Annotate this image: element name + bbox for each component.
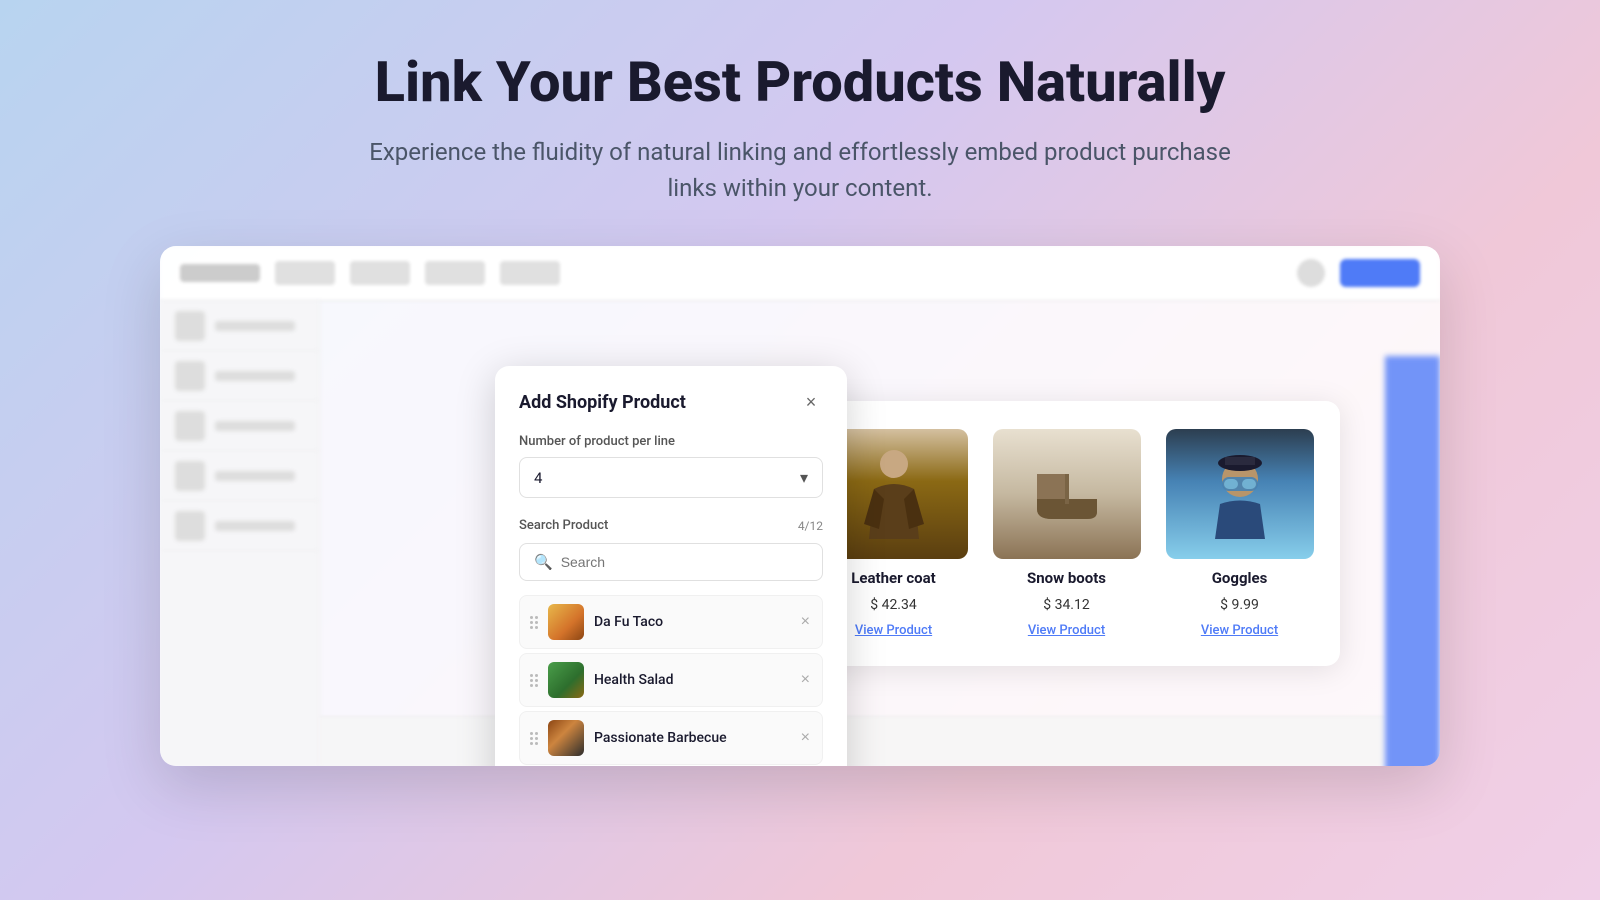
right-action-bar: [1385, 356, 1440, 766]
remove-product-button[interactable]: ×: [799, 729, 812, 747]
add-shopify-dialog: Add Shopify Product × Number of product …: [495, 366, 847, 766]
search-product-header: Search Product 4/12: [519, 518, 823, 533]
top-bar: [160, 246, 1440, 301]
avatar-placeholder: [1297, 259, 1325, 287]
hero-subtitle: Experience the fluidity of natural linki…: [350, 134, 1250, 206]
product-count-badge: 4/12: [798, 519, 823, 533]
drag-handle-icon[interactable]: [530, 732, 538, 745]
product-image-boots: [993, 429, 1141, 559]
bottom-toolbar: [320, 716, 1385, 766]
product-list-item: Da Fu Taco ×: [519, 595, 823, 649]
logo-placeholder: [180, 264, 260, 282]
drag-handle-icon[interactable]: [530, 616, 538, 629]
left-sidebar: [160, 301, 320, 766]
product-name: Passionate Barbecue: [594, 730, 789, 746]
product-list-item: Health Salad ×: [519, 653, 823, 707]
remove-product-button[interactable]: ×: [799, 671, 812, 689]
product-price-boots: $ 34.12: [1043, 597, 1090, 613]
drag-handle-icon[interactable]: [530, 674, 538, 687]
sidebar-item-3: [160, 401, 319, 451]
goggles-image-placeholder: [1166, 429, 1314, 559]
product-thumbnail: [548, 720, 584, 756]
search-product-label: Search Product: [519, 518, 608, 533]
boots-image-placeholder: [993, 429, 1141, 559]
product-name-leather: Leather coat: [851, 569, 935, 587]
product-name: Da Fu Taco: [594, 614, 789, 630]
leather-person-svg: [859, 444, 929, 544]
product-name: Health Salad: [594, 672, 789, 688]
select-current-value: 4: [534, 469, 542, 487]
hero-title: Link Your Best Products Naturally: [20, 50, 1580, 114]
nav-btn-2: [350, 261, 410, 285]
product-name-boots: Snow boots: [1027, 569, 1106, 587]
search-icon: 🔍: [534, 553, 553, 571]
products-per-line-select[interactable]: 4 ▾: [519, 457, 823, 498]
search-input-wrapper[interactable]: 🔍: [519, 543, 823, 581]
sidebar-item-5: [160, 501, 319, 551]
product-image-goggles: [1166, 429, 1314, 559]
sidebar-item-1: [160, 301, 319, 351]
product-price-goggles: $ 9.99: [1220, 597, 1259, 613]
remove-product-button[interactable]: ×: [799, 613, 812, 631]
product-search-input[interactable]: [561, 554, 808, 570]
product-name-goggles: Goggles: [1212, 569, 1268, 587]
chevron-down-icon: ▾: [800, 468, 808, 487]
nav-btn-1: [275, 261, 335, 285]
view-product-link-goggles[interactable]: View Product: [1201, 623, 1278, 638]
view-product-link-leather[interactable]: View Product: [855, 623, 932, 638]
product-list: Da Fu Taco × Health Salad ×: [519, 595, 823, 766]
ui-container: Add Shopify Product × Number of product …: [160, 246, 1440, 766]
product-card-boots: Snow boots $ 34.12 View Product: [990, 429, 1143, 638]
product-thumbnail: [548, 604, 584, 640]
product-card-goggles: Goggles $ 9.99 View Product: [1163, 429, 1316, 638]
hero-section: Link Your Best Products Naturally Experi…: [0, 0, 1600, 236]
nav-btn-3: [425, 261, 485, 285]
product-list-item: Passionate Barbecue ×: [519, 711, 823, 765]
product-price-leather: $ 42.34: [870, 597, 917, 613]
publish-button[interactable]: [1340, 259, 1420, 287]
sidebar-item-2: [160, 351, 319, 401]
dialog-close-button[interactable]: ×: [799, 390, 823, 414]
view-product-link-boots[interactable]: View Product: [1028, 623, 1105, 638]
sidebar-item-4: [160, 451, 319, 501]
boots-svg: [1017, 454, 1117, 534]
main-content: Add Shopify Product × Number of product …: [160, 301, 1440, 766]
nav-btn-4: [500, 261, 560, 285]
right-content-area: Add Shopify Product × Number of product …: [320, 301, 1440, 766]
goggles-person-svg: [1200, 449, 1280, 539]
dialog-header: Add Shopify Product ×: [519, 390, 823, 414]
products-per-line-label: Number of product per line: [519, 434, 823, 449]
dialog-title: Add Shopify Product: [519, 392, 686, 413]
product-thumbnail: [548, 662, 584, 698]
